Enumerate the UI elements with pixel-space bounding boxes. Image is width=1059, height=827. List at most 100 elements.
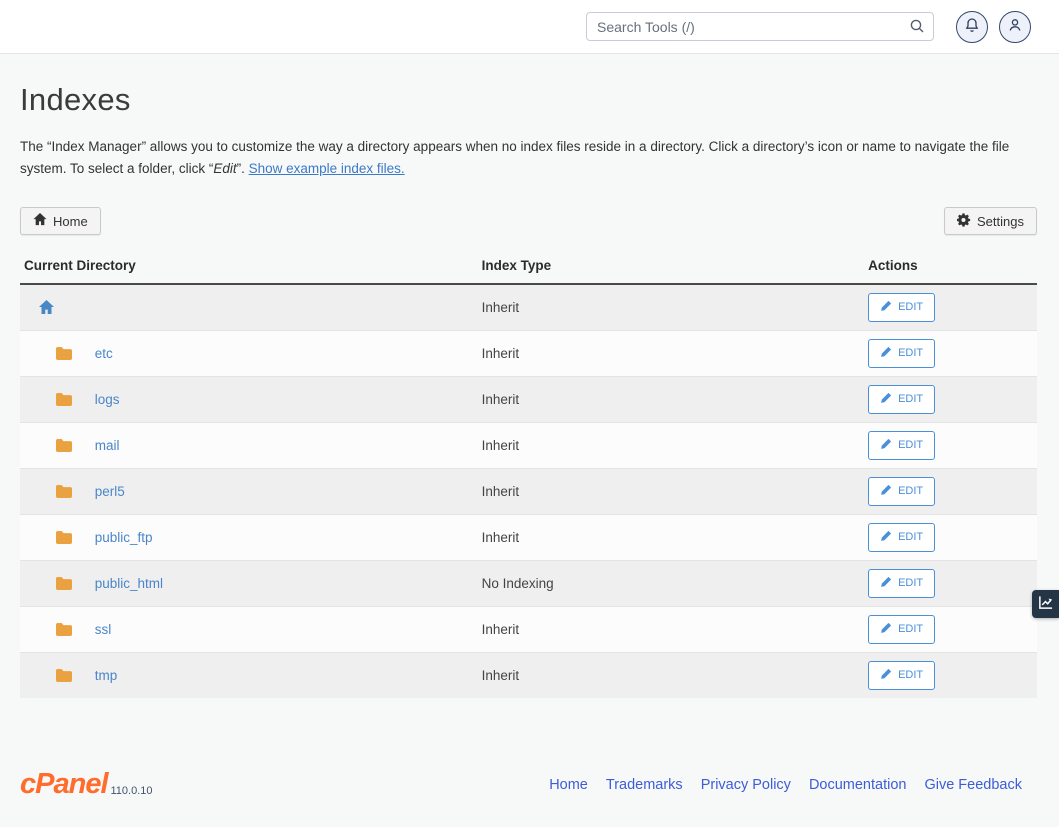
index-type-value: Inherit bbox=[482, 622, 520, 637]
toolbar: Home Settings bbox=[20, 207, 1037, 235]
chart-line-icon bbox=[1038, 595, 1053, 613]
search-input[interactable] bbox=[586, 12, 934, 41]
description-text: The “Index Manager” allows you to custom… bbox=[20, 139, 1009, 176]
edit-button[interactable]: EDIT bbox=[868, 477, 935, 506]
page-footer: cPanel 110.0.10 Home Trademarks Privacy … bbox=[0, 770, 1059, 799]
directory-table: Current Directory Index Type Actions Inh… bbox=[20, 252, 1037, 698]
edit-button[interactable]: EDIT bbox=[868, 615, 935, 644]
version-label: 110.0.10 bbox=[111, 785, 153, 797]
user-account-button[interactable] bbox=[999, 11, 1031, 43]
pencil-icon bbox=[880, 346, 892, 361]
folder-icon[interactable] bbox=[55, 346, 73, 361]
pencil-icon bbox=[880, 392, 892, 407]
table-row: etc Inherit EDIT bbox=[20, 330, 1037, 376]
column-header-current-directory: Current Directory bbox=[20, 252, 478, 284]
analytics-slideout-button[interactable] bbox=[1032, 590, 1059, 618]
table-row: public_html No Indexing EDIT bbox=[20, 560, 1037, 606]
index-type-value: Inherit bbox=[482, 438, 520, 453]
index-type-value: Inherit bbox=[482, 668, 520, 683]
directory-link[interactable]: tmp bbox=[95, 668, 118, 683]
home-icon[interactable] bbox=[38, 300, 55, 315]
pencil-icon bbox=[880, 576, 892, 591]
cpanel-logo-text: cPanel bbox=[20, 770, 108, 799]
pencil-icon bbox=[880, 300, 892, 315]
main-content: Indexes The “Index Manager” allows you t… bbox=[0, 82, 1059, 698]
cpanel-logo: cPanel 110.0.10 bbox=[20, 770, 153, 799]
directory-link[interactable]: mail bbox=[95, 438, 120, 453]
footer-link-privacy-policy[interactable]: Privacy Policy bbox=[701, 777, 791, 793]
pencil-icon bbox=[880, 484, 892, 499]
footer-links: Home Trademarks Privacy Policy Documenta… bbox=[549, 777, 1022, 793]
top-header-bar bbox=[0, 0, 1059, 54]
home-button[interactable]: Home bbox=[20, 207, 101, 235]
edit-button-label: EDIT bbox=[898, 348, 923, 359]
edit-button-label: EDIT bbox=[898, 532, 923, 543]
table-row: public_ftp Inherit EDIT bbox=[20, 514, 1037, 560]
index-type-value: No Indexing bbox=[482, 576, 554, 591]
footer-link-documentation[interactable]: Documentation bbox=[809, 777, 907, 793]
page-description: The “Index Manager” allows you to custom… bbox=[20, 136, 1037, 179]
pencil-icon bbox=[880, 668, 892, 683]
pencil-icon bbox=[880, 438, 892, 453]
folder-icon[interactable] bbox=[55, 530, 73, 545]
bell-icon bbox=[964, 17, 980, 36]
directory-link[interactable]: ssl bbox=[95, 622, 112, 637]
page-title: Indexes bbox=[20, 82, 1037, 118]
table-row: mail Inherit EDIT bbox=[20, 422, 1037, 468]
table-row: ssl Inherit EDIT bbox=[20, 606, 1037, 652]
edit-button[interactable]: EDIT bbox=[868, 661, 935, 690]
folder-icon[interactable] bbox=[55, 622, 73, 637]
edit-button[interactable]: EDIT bbox=[868, 569, 935, 598]
home-icon bbox=[33, 213, 47, 229]
edit-button-label: EDIT bbox=[898, 302, 923, 313]
folder-icon[interactable] bbox=[55, 668, 73, 683]
column-header-actions: Actions bbox=[864, 252, 1037, 284]
table-header-row: Current Directory Index Type Actions bbox=[20, 252, 1037, 284]
folder-icon[interactable] bbox=[55, 576, 73, 591]
settings-button-label: Settings bbox=[977, 214, 1024, 229]
notifications-button[interactable] bbox=[956, 11, 988, 43]
table-row: tmp Inherit EDIT bbox=[20, 652, 1037, 698]
edit-button[interactable]: EDIT bbox=[868, 523, 935, 552]
directory-link[interactable]: perl5 bbox=[95, 484, 125, 499]
index-type-value: Inherit bbox=[482, 346, 520, 361]
table-row: logs Inherit EDIT bbox=[20, 376, 1037, 422]
index-type-value: Inherit bbox=[482, 530, 520, 545]
home-button-label: Home bbox=[53, 214, 88, 229]
edit-button-label: EDIT bbox=[898, 578, 923, 589]
edit-button[interactable]: EDIT bbox=[868, 431, 935, 460]
directory-table-body: Inherit EDIT et bbox=[20, 284, 1037, 698]
directory-link[interactable]: public_html bbox=[95, 576, 163, 591]
pencil-icon bbox=[880, 530, 892, 545]
index-type-value: Inherit bbox=[482, 300, 520, 315]
footer-link-trademarks[interactable]: Trademarks bbox=[606, 777, 683, 793]
folder-icon[interactable] bbox=[55, 392, 73, 407]
directory-link[interactable]: etc bbox=[95, 346, 113, 361]
search-icon bbox=[909, 18, 925, 37]
pencil-icon bbox=[880, 622, 892, 637]
column-header-index-type: Index Type bbox=[478, 252, 864, 284]
folder-icon[interactable] bbox=[55, 438, 73, 453]
edit-button-label: EDIT bbox=[898, 394, 923, 405]
footer-link-home[interactable]: Home bbox=[549, 777, 588, 793]
description-edit-word: Edit bbox=[213, 161, 236, 176]
user-icon bbox=[1007, 17, 1023, 36]
footer-link-give-feedback[interactable]: Give Feedback bbox=[924, 777, 1022, 793]
search-button[interactable] bbox=[906, 16, 928, 38]
gear-icon bbox=[957, 213, 971, 229]
folder-icon[interactable] bbox=[55, 484, 73, 499]
directory-link[interactable]: logs bbox=[95, 392, 120, 407]
edit-button[interactable]: EDIT bbox=[868, 293, 935, 322]
edit-button[interactable]: EDIT bbox=[868, 339, 935, 368]
index-type-value: Inherit bbox=[482, 484, 520, 499]
edit-button-label: EDIT bbox=[898, 440, 923, 451]
edit-button[interactable]: EDIT bbox=[868, 385, 935, 414]
table-row: Inherit EDIT bbox=[20, 284, 1037, 330]
settings-button[interactable]: Settings bbox=[944, 207, 1037, 235]
search-tools-container bbox=[586, 12, 934, 41]
edit-button-label: EDIT bbox=[898, 624, 923, 635]
description-text-end: ”. bbox=[237, 161, 249, 176]
show-example-index-files-link[interactable]: Show example index files. bbox=[249, 161, 405, 176]
directory-link[interactable]: public_ftp bbox=[95, 530, 153, 545]
edit-button-label: EDIT bbox=[898, 670, 923, 681]
